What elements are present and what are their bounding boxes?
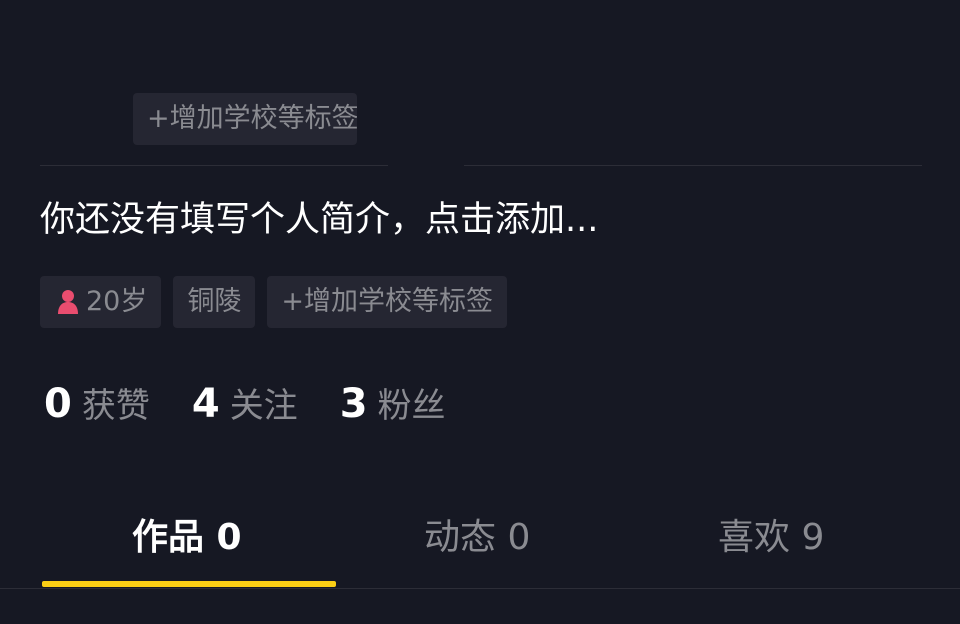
following-count: 4 bbox=[191, 381, 220, 427]
location-tag[interactable]: 铜陵 bbox=[173, 276, 256, 328]
following-stat[interactable]: 4 关注 bbox=[192, 378, 298, 427]
following-label: 关注 bbox=[229, 386, 298, 426]
tab-works[interactable]: 作品 0 bbox=[132, 508, 242, 568]
divider bbox=[464, 165, 922, 166]
female-icon bbox=[58, 290, 78, 314]
tabs-divider bbox=[0, 588, 960, 589]
age-tag[interactable]: 20岁 bbox=[40, 276, 162, 328]
tab-likes[interactable]: 喜欢 9 bbox=[718, 508, 824, 568]
add-school-tag-button[interactable]: +增加学校等标签 bbox=[267, 276, 507, 328]
followers-count: 3 bbox=[339, 381, 368, 427]
divider bbox=[40, 165, 388, 166]
tab-activity[interactable]: 动态 0 bbox=[424, 508, 530, 568]
age-tag-label: 20岁 bbox=[86, 286, 148, 317]
followers-label: 粉丝 bbox=[377, 386, 446, 426]
add-school-tag-chip[interactable]: +增加学校等标签 bbox=[133, 93, 357, 145]
likes-stat[interactable]: 0 获赞 bbox=[44, 378, 150, 427]
active-tab-indicator bbox=[42, 581, 336, 587]
add-school-tag-label: +增加学校等标签 bbox=[281, 286, 493, 317]
profile-tags: 20岁 铜陵 +增加学校等标签 bbox=[40, 276, 507, 328]
profile-tabs: 作品 0 动态 0 喜欢 9 bbox=[0, 508, 960, 588]
location-tag-label: 铜陵 bbox=[187, 286, 242, 317]
profile-stats: 0 获赞 4 关注 3 粉丝 bbox=[44, 378, 488, 427]
likes-label: 获赞 bbox=[81, 386, 150, 426]
bio-text[interactable]: 你还没有填写个人简介，点击添加... bbox=[40, 194, 598, 246]
likes-count: 0 bbox=[44, 381, 72, 427]
followers-stat[interactable]: 3 粉丝 bbox=[340, 378, 446, 427]
